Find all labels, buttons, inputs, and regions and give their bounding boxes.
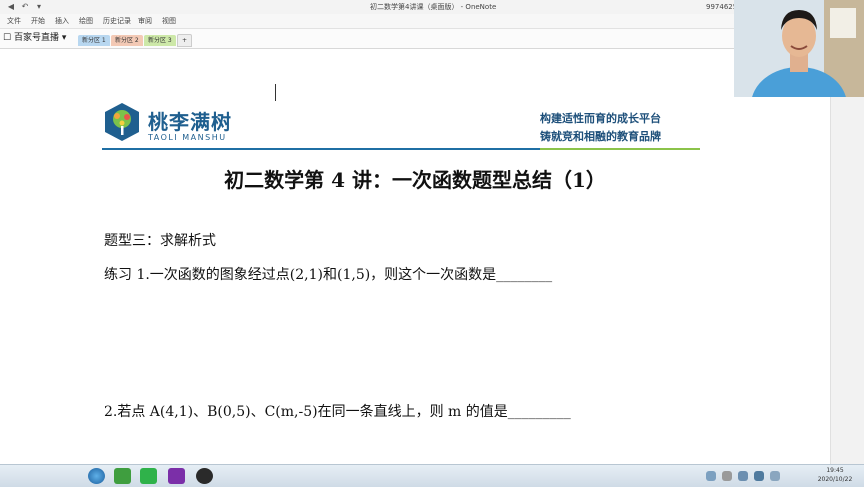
- tab-file[interactable]: 文件: [7, 14, 21, 28]
- taskbar: 19:45 2020/10/22: [0, 464, 864, 487]
- section-tab-2[interactable]: 新分区 2: [111, 35, 143, 46]
- section-heading[interactable]: 题型三：求解析式: [104, 230, 216, 250]
- add-section-button[interactable]: +: [177, 34, 193, 47]
- clock-date: 2020/10/22: [817, 476, 853, 483]
- chevron-down-icon: ▾: [58, 33, 67, 43]
- page-title[interactable]: 初二数学第 4 讲：一次函数题型总结（1）: [0, 164, 830, 193]
- back-icon[interactable]: ◀: [6, 2, 16, 12]
- quick-access-dropdown-icon[interactable]: ▾: [34, 2, 44, 12]
- presenter-video-icon: [734, 0, 864, 97]
- header-divider-accent: [540, 148, 700, 150]
- section-tab-3[interactable]: 新分区 3: [144, 35, 176, 46]
- media-player-taskbar-icon[interactable]: [140, 468, 157, 484]
- slogan-line-1: 构建适性而育的成长平台: [540, 112, 661, 125]
- undo-icon[interactable]: ↶: [20, 2, 30, 12]
- window-title: 初二数学第4讲课（桌面版） - OneNote: [370, 3, 497, 11]
- tab-review[interactable]: 审阅: [138, 14, 152, 28]
- text-cursor: [275, 84, 276, 101]
- question-2[interactable]: 2.若点 A(4,1)、B(0,5)、C(m,-5)在同一条直线上，则 m 的值…: [104, 401, 571, 421]
- notebook-icon: ☐: [3, 33, 14, 43]
- logo-subtext: TAOLI MANSHU: [148, 133, 227, 142]
- tab-draw[interactable]: 绘图: [79, 14, 93, 28]
- onenote-taskbar-icon[interactable]: [168, 468, 185, 484]
- notebook-name: 百家号直播: [13, 33, 59, 43]
- obs-taskbar-icon[interactable]: [196, 468, 213, 484]
- clock[interactable]: 19:45 2020/10/22: [812, 466, 858, 484]
- browser-taskbar-icon[interactable]: [114, 468, 131, 484]
- tray-battery-icon[interactable]: [738, 471, 748, 481]
- notebook-selector[interactable]: ☐ 百家号直播 ▾: [3, 32, 66, 45]
- start-button-icon[interactable]: [88, 468, 105, 484]
- logo-text: 桃李满树: [148, 110, 232, 134]
- tab-home[interactable]: 开始: [31, 14, 45, 28]
- tab-history[interactable]: 历史记录: [103, 14, 131, 28]
- vertical-scrollbar[interactable]: [830, 96, 864, 464]
- tab-insert[interactable]: 插入: [55, 14, 69, 28]
- tray-network-icon[interactable]: [706, 471, 716, 481]
- tray-volume-icon[interactable]: [722, 471, 732, 481]
- tray-app-icon[interactable]: [770, 471, 780, 481]
- tab-view[interactable]: 视图: [162, 14, 176, 28]
- tray-keyboard-icon[interactable]: [754, 471, 764, 481]
- tree-logo-icon: [105, 103, 139, 141]
- webcam-overlay: [734, 0, 864, 97]
- question-1[interactable]: 练习 1.一次函数的图象经过点(2,1)和(1,5)，则这个一次函数是_____…: [104, 264, 552, 284]
- clock-time: 19:45: [826, 467, 844, 474]
- section-tab-1[interactable]: 新分区 1: [78, 35, 110, 46]
- slogan-line-2: 铸就竞和相融的教育品牌: [540, 130, 661, 143]
